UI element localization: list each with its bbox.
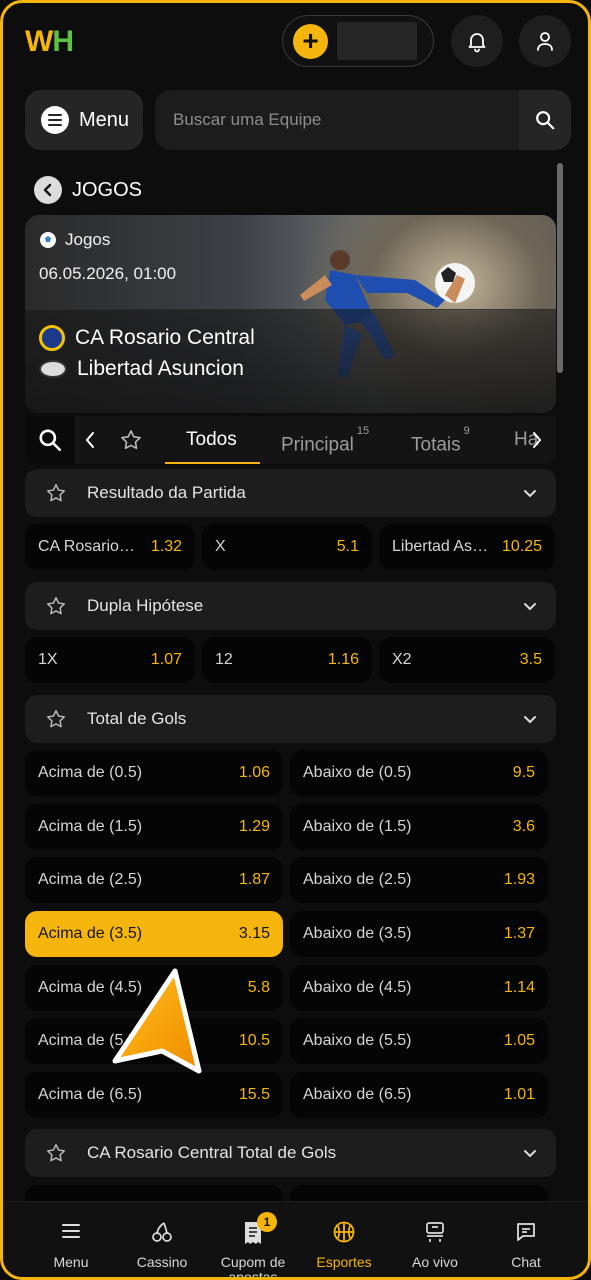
- logo[interactable]: WH: [25, 25, 74, 59]
- app-frame: WH + Menu JOGOS: [0, 0, 591, 1280]
- odd-button-under[interactable]: Abaixo de (2.5) 1.93: [290, 857, 548, 903]
- market-header-resultado[interactable]: Resultado da Partida: [25, 469, 556, 517]
- odd-button[interactable]: X2 3.5: [379, 637, 555, 683]
- star-icon[interactable]: [45, 1142, 67, 1164]
- odd-button-under[interactable]: Abaixo de (3.5) 1.37: [290, 911, 548, 957]
- away-team: Libertad Asuncion: [39, 357, 244, 381]
- nav-cupom[interactable]: 1 Cupom de apostas: [207, 1202, 299, 1277]
- active-tab-indicator: [165, 462, 260, 464]
- odd-button-over[interactable]: Acima de (2.5) 1.87: [25, 857, 283, 903]
- home-team: CA Rosario Central: [39, 325, 255, 351]
- profile-button[interactable]: [519, 15, 571, 67]
- team-search: [155, 90, 571, 150]
- menu-label: Menu: [79, 108, 130, 131]
- odd-button-under[interactable]: Abaixo de (0.5) 9.5: [290, 750, 548, 796]
- chevron-left-icon: [85, 432, 94, 448]
- match-category: Jogos: [39, 230, 110, 250]
- odd-button-selected[interactable]: Acima de (3.5) 3.15: [25, 911, 283, 957]
- chevron-left-icon: [43, 183, 52, 197]
- match-banner: Jogos 06.05.2026, 01:00 CA Rosario Centr…: [25, 215, 556, 413]
- match-datetime: 06.05.2026, 01:00: [39, 264, 177, 283]
- wallet-widget[interactable]: +: [282, 15, 434, 67]
- favorites-tab[interactable]: [119, 428, 143, 457]
- odd-button-under[interactable]: Abaixo de (4.5) 1.14: [290, 965, 548, 1011]
- odd-button[interactable]: 1X 1.07: [25, 637, 195, 683]
- odd-button[interactable]: CA Rosario Central1.32: [25, 524, 195, 570]
- soccer-ball-icon: [40, 232, 56, 248]
- balance-hidden: [337, 22, 417, 60]
- cherries-icon: [152, 1222, 172, 1242]
- search-button[interactable]: [519, 90, 571, 150]
- market-tabs: Todos Principal15 Totais9 Ha: [25, 416, 556, 464]
- search-input[interactable]: [161, 96, 519, 144]
- bell-icon: [468, 33, 486, 53]
- market-header-dupla[interactable]: Dupla Hipótese: [25, 582, 556, 630]
- odd-button-under[interactable]: Abaixo de (5.5) 1.05: [290, 1018, 548, 1064]
- star-icon[interactable]: [45, 482, 67, 504]
- chevron-right-icon: [533, 432, 542, 448]
- nav-menu[interactable]: Menu: [25, 1202, 117, 1277]
- tabs-next-button[interactable]: [530, 431, 544, 454]
- chevron-down-icon: [524, 716, 536, 724]
- user-icon: [537, 32, 553, 51]
- search-icon: [536, 111, 555, 130]
- odd-button-over[interactable]: Acima de (0.5) 1.06: [25, 750, 283, 796]
- nav-ao-vivo[interactable]: Ao vivo: [389, 1202, 481, 1277]
- notifications-button[interactable]: [451, 15, 503, 67]
- odd-button-under[interactable]: Abaixo de (1.5) 3.6: [290, 804, 548, 850]
- page-title: JOGOS: [72, 179, 143, 201]
- odd-button-under[interactable]: Abaixo de (6.5) 1.01: [290, 1072, 548, 1118]
- tab-principal[interactable]: Principal15: [281, 416, 369, 464]
- market-search-button[interactable]: [25, 416, 75, 464]
- star-icon[interactable]: [45, 708, 67, 730]
- chevron-down-icon: [524, 490, 536, 498]
- market-header-total-gols[interactable]: Total de Gols: [25, 695, 556, 743]
- back-button[interactable]: [34, 176, 62, 204]
- star-icon[interactable]: [45, 595, 67, 617]
- chevron-down-icon: [524, 1150, 536, 1158]
- hamburger-icon: [41, 106, 69, 134]
- pointer-cursor-icon: [112, 968, 202, 1074]
- menu-button[interactable]: Menu: [25, 90, 143, 150]
- odd-button[interactable]: 12 1.16: [202, 637, 372, 683]
- nav-esportes[interactable]: Esportes: [298, 1202, 390, 1277]
- live-icon: [426, 1222, 444, 1242]
- tab-totais[interactable]: Totais9: [411, 416, 470, 464]
- tab-todos[interactable]: Todos: [186, 416, 237, 464]
- betslip-count-badge: 1: [257, 1212, 277, 1232]
- odd-button-over[interactable]: Acima de (1.5) 1.29: [25, 804, 283, 850]
- nav-chat[interactable]: Chat: [480, 1202, 572, 1277]
- star-icon: [121, 430, 141, 450]
- hamburger-icon: [62, 1224, 80, 1238]
- chevron-down-icon: [524, 603, 536, 611]
- odd-button[interactable]: Libertad Asuncion10.25: [379, 524, 555, 570]
- tabs-prev-button[interactable]: [83, 431, 97, 454]
- search-icon: [39, 429, 62, 452]
- away-team-crest: [39, 360, 67, 378]
- nav-cassino[interactable]: Cassino: [116, 1202, 208, 1277]
- bottom-nav: Menu Cassino 1 Cupom de apostas Esportes…: [3, 1201, 588, 1277]
- odd-button[interactable]: X 5.1: [202, 524, 372, 570]
- home-team-crest: [39, 325, 65, 351]
- deposit-button[interactable]: +: [293, 24, 328, 59]
- market-header-home-total[interactable]: CA Rosario Central Total de Gols: [25, 1129, 556, 1177]
- basketball-icon: [333, 1221, 355, 1243]
- chat-icon: [517, 1223, 535, 1241]
- scrollbar[interactable]: [557, 163, 563, 373]
